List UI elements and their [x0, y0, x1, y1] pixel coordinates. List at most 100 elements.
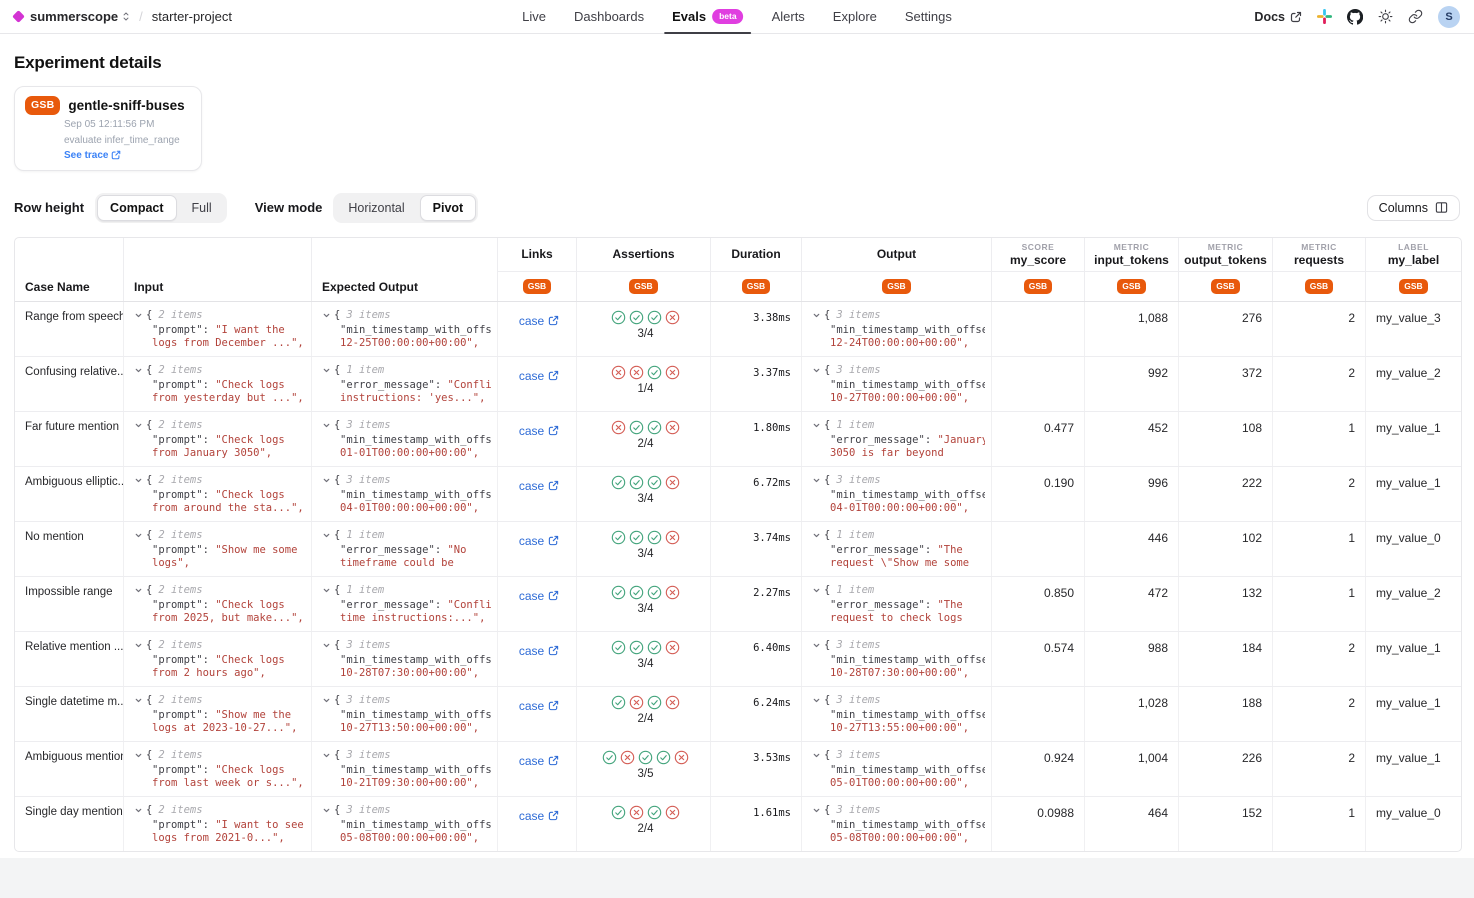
experiment-badge[interactable]: GSB: [882, 279, 910, 294]
cell-links: case: [498, 632, 577, 686]
experiment-badge[interactable]: GSB: [742, 279, 770, 294]
expand-row-icon[interactable]: [134, 586, 143, 595]
docs-link[interactable]: Docs: [1254, 10, 1302, 24]
case-link[interactable]: case: [519, 369, 559, 383]
cell-input-tokens: 1,088: [1085, 302, 1179, 356]
expand-row-icon[interactable]: [812, 586, 821, 595]
json-item-count: 2 items: [158, 364, 202, 376]
expand-row-icon[interactable]: [322, 586, 331, 595]
case-link[interactable]: case: [519, 809, 559, 823]
project-name[interactable]: starter-project: [152, 9, 232, 24]
experiment-badge[interactable]: GSB: [1399, 279, 1427, 294]
cell-requests: 1: [1273, 797, 1366, 851]
cell-input: {2 items"prompt": "Check logsfrom Januar…: [124, 412, 312, 466]
expand-row-icon[interactable]: [322, 641, 331, 650]
experiment-badge[interactable]: GSB: [629, 279, 657, 294]
expand-row-icon[interactable]: [134, 421, 143, 430]
expand-row-icon[interactable]: [322, 476, 331, 485]
theme-sun-icon[interactable]: [1378, 9, 1393, 24]
external-link-icon: [1290, 11, 1302, 23]
expand-row-icon[interactable]: [812, 366, 821, 375]
assertion-pass-icon: [647, 585, 662, 600]
cell-score: [992, 357, 1085, 411]
see-trace-link[interactable]: See trace: [64, 150, 121, 161]
expand-row-icon[interactable]: [812, 751, 821, 760]
share-link-icon[interactable]: [1408, 9, 1423, 24]
segment-horizontal[interactable]: Horizontal: [335, 195, 417, 221]
nav-tab-live[interactable]: Live: [520, 0, 548, 33]
expand-row-icon[interactable]: [322, 751, 331, 760]
json-item-count: 1 item: [346, 364, 384, 376]
case-link[interactable]: case: [519, 314, 559, 328]
assertions-fraction: 3/4: [638, 493, 654, 505]
nav-tab-settings[interactable]: Settings: [903, 0, 954, 33]
case-link[interactable]: case: [519, 534, 559, 548]
case-link[interactable]: case: [519, 754, 559, 768]
nav-tab-evals[interactable]: Evals beta: [670, 0, 745, 33]
assertion-fail-icon: [629, 695, 644, 710]
experiment-badge[interactable]: GSB: [523, 279, 551, 294]
case-link[interactable]: case: [519, 589, 559, 603]
cell-assertions: 3/4: [577, 632, 711, 686]
segment-full[interactable]: Full: [179, 195, 225, 221]
expand-row-icon[interactable]: [812, 641, 821, 650]
columns-button[interactable]: Columns: [1367, 195, 1460, 221]
assertion-fail-icon: [665, 420, 680, 435]
org-switcher[interactable]: summerscope: [30, 9, 130, 24]
expand-row-icon[interactable]: [812, 421, 821, 430]
cell-output-tokens: 102: [1179, 522, 1273, 576]
expand-row-icon[interactable]: [134, 806, 143, 815]
cell-my-label: my_value_1: [1366, 742, 1461, 796]
case-link[interactable]: case: [519, 479, 559, 493]
expand-row-icon[interactable]: [134, 751, 143, 760]
experiment-badge[interactable]: GSB: [1211, 279, 1239, 294]
cell-expected-output: {3 items"min_timestamp_with_offset"01-01…: [312, 412, 498, 466]
experiment-badge[interactable]: GSB: [1024, 279, 1052, 294]
expand-row-icon[interactable]: [322, 696, 331, 705]
expand-row-icon[interactable]: [134, 531, 143, 540]
cell-assertions: 2/4: [577, 687, 711, 741]
expand-row-icon[interactable]: [812, 311, 821, 320]
assertion-icons: [611, 475, 680, 490]
expand-row-icon[interactable]: [322, 366, 331, 375]
expand-row-icon[interactable]: [322, 311, 331, 320]
cell-requests: 1: [1273, 412, 1366, 466]
expand-row-icon[interactable]: [812, 476, 821, 485]
assertions-fraction: 3/5: [638, 768, 654, 780]
nav-tab-explore[interactable]: Explore: [831, 0, 879, 33]
segment-pivot[interactable]: Pivot: [420, 195, 477, 221]
cell-assertions: 3/5: [577, 742, 711, 796]
table-row: Relative mention ... {2 items"prompt": "…: [15, 632, 1461, 687]
assertion-pass-icon: [647, 420, 662, 435]
expand-row-icon[interactable]: [812, 531, 821, 540]
github-icon[interactable]: [1347, 9, 1363, 25]
expand-row-icon[interactable]: [322, 806, 331, 815]
segment-compact[interactable]: Compact: [97, 195, 176, 221]
expand-row-icon[interactable]: [134, 696, 143, 705]
case-link[interactable]: case: [519, 644, 559, 658]
assertion-pass-icon: [638, 750, 653, 765]
table-row: Confusing relative... {2 items"prompt": …: [15, 357, 1461, 412]
expand-row-icon[interactable]: [134, 641, 143, 650]
slack-icon[interactable]: [1317, 9, 1332, 24]
case-link[interactable]: case: [519, 424, 559, 438]
user-avatar[interactable]: S: [1438, 6, 1460, 28]
expand-row-icon[interactable]: [134, 476, 143, 485]
nav-tab-dashboards[interactable]: Dashboards: [572, 0, 646, 33]
experiment-badge[interactable]: GSB: [1117, 279, 1145, 294]
expand-row-icon[interactable]: [322, 531, 331, 540]
nav-tab-alerts[interactable]: Alerts: [770, 0, 807, 33]
experiment-badge[interactable]: GSB: [1305, 279, 1333, 294]
expand-row-icon[interactable]: [812, 806, 821, 815]
cell-my-label: my_value_1: [1366, 687, 1461, 741]
expand-row-icon[interactable]: [322, 421, 331, 430]
expand-row-icon[interactable]: [812, 696, 821, 705]
case-link[interactable]: case: [519, 699, 559, 713]
cell-case-name: Ambiguous elliptic...: [15, 467, 124, 521]
org-name: summerscope: [30, 9, 118, 24]
expand-row-icon[interactable]: [134, 366, 143, 375]
assertion-fail-icon: [665, 585, 680, 600]
expand-row-icon[interactable]: [134, 311, 143, 320]
cell-case-name: No mention: [15, 522, 124, 576]
cell-output: {3 items"min_timestamp_with_offset"10-27…: [802, 357, 992, 411]
